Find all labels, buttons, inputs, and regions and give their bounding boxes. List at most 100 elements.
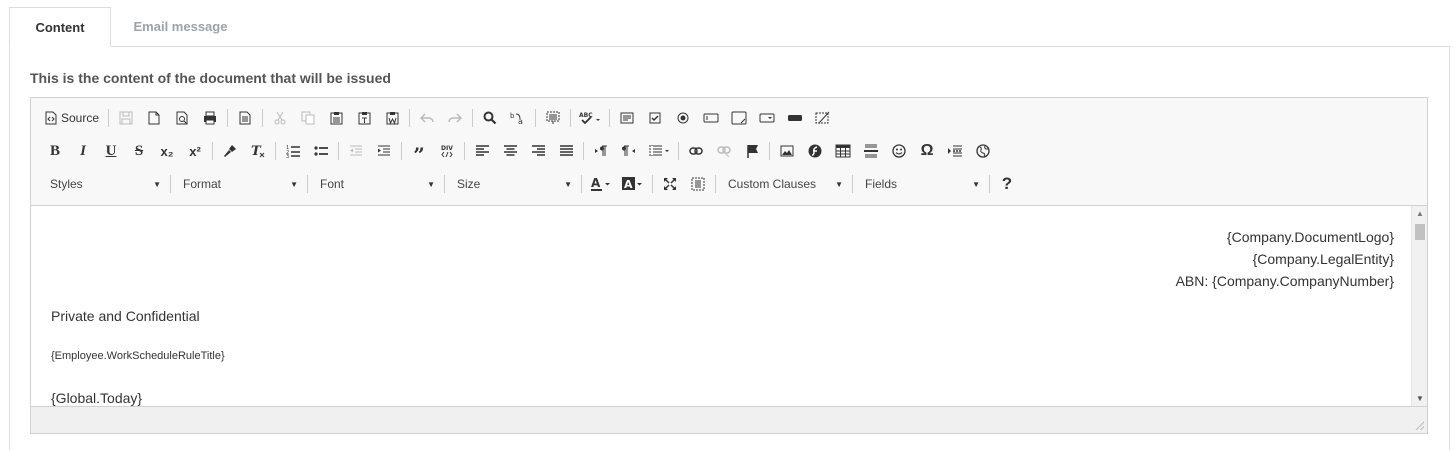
editor-content-area[interactable]: {Company.DocumentLogo} {Company.LegalEnt… — [31, 206, 1411, 406]
undo-icon — [420, 112, 434, 124]
toolbar-separator — [464, 142, 465, 160]
strikethrough-button[interactable]: S — [125, 138, 153, 164]
link-icon — [689, 146, 703, 156]
blockquote-button[interactable]: ” — [405, 138, 433, 165]
toolbar-row-1: Source ba ABC — [41, 104, 837, 132]
templates-button[interactable] — [231, 105, 259, 131]
new-page-button[interactable] — [140, 105, 168, 131]
checkbox-button[interactable] — [641, 105, 669, 131]
templates-icon — [239, 111, 251, 125]
company-logo-field: {Company.DocumentLogo} — [1226, 229, 1394, 245]
align-center-button[interactable] — [496, 138, 524, 164]
scrollbar-thumb[interactable] — [1415, 224, 1425, 240]
image-button[interactable] — [773, 138, 801, 164]
align-left-button[interactable] — [468, 138, 496, 164]
toolbar-separator — [609, 109, 611, 127]
toolbar-separator — [769, 142, 770, 160]
scroll-down-icon[interactable]: ▼ — [1416, 394, 1424, 403]
show-blocks-button[interactable] — [684, 171, 712, 197]
paste-text-button[interactable] — [350, 105, 378, 131]
iframe-button[interactable] — [969, 138, 997, 164]
select-field-button[interactable] — [753, 105, 781, 131]
svg-text:A: A — [591, 177, 601, 190]
hidden-field-button[interactable] — [809, 105, 837, 131]
find-button[interactable] — [476, 105, 504, 131]
format-dropdown[interactable]: Format ▼ — [174, 172, 304, 196]
resize-handle-icon[interactable] — [1415, 421, 1424, 430]
textarea-button[interactable] — [725, 105, 753, 131]
print-button[interactable] — [196, 105, 224, 131]
preview-button[interactable] — [168, 105, 196, 131]
unlink-button[interactable] — [710, 138, 738, 164]
rich-text-editor: Source ba ABC B I U S x₂ x² T 1 2 3 ” DI… — [30, 97, 1428, 434]
svg-text:b: b — [510, 112, 515, 120]
text-color-button[interactable]: A — [585, 171, 617, 197]
save-button[interactable] — [112, 105, 140, 131]
cut-button[interactable] — [266, 105, 294, 131]
smiley-button[interactable] — [885, 138, 913, 164]
undo-button[interactable] — [413, 105, 441, 131]
subscript-button[interactable]: x₂ — [153, 138, 181, 164]
redo-button[interactable] — [441, 105, 469, 131]
background-color-button[interactable]: A — [617, 171, 649, 197]
remove-format-button[interactable]: T — [244, 138, 272, 164]
italic-button[interactable]: I — [69, 138, 97, 164]
copy-formatting-button[interactable] — [216, 138, 244, 164]
spellcheck-button[interactable]: ABC — [574, 105, 606, 131]
source-button[interactable]: Source — [41, 105, 105, 131]
align-right-button[interactable] — [524, 138, 552, 164]
special-char-button[interactable]: Ω — [913, 138, 941, 164]
select-all-button[interactable] — [539, 105, 567, 131]
superscript-label: x² — [189, 143, 201, 159]
superscript-button[interactable]: x² — [181, 138, 209, 164]
anchor-button[interactable] — [738, 138, 766, 164]
bulleted-list-button[interactable] — [307, 138, 335, 164]
remove-format-icon: T — [250, 144, 266, 158]
text-direction-ltr-button[interactable] — [587, 138, 615, 164]
text-direction-rtl-button[interactable] — [615, 138, 643, 164]
page-break-button[interactable] — [941, 138, 969, 164]
increase-indent-button[interactable] — [370, 138, 398, 164]
underline-button[interactable]: U — [97, 138, 125, 164]
svg-text:DIV: DIV — [441, 145, 453, 152]
div-container-button[interactable]: DIV — [433, 138, 461, 164]
link-button[interactable] — [682, 138, 710, 164]
radio-button[interactable] — [669, 105, 697, 131]
justify-button[interactable] — [552, 138, 580, 164]
font-dropdown[interactable]: Font ▼ — [311, 172, 441, 196]
scroll-up-icon[interactable]: ▲ — [1416, 209, 1424, 218]
paste-icon — [330, 111, 343, 125]
indent-icon — [377, 145, 391, 157]
global-today-field: {Global.Today} — [51, 390, 143, 406]
horizontal-rule-icon — [864, 144, 878, 158]
paste-word-button[interactable] — [378, 105, 406, 131]
horizontal-rule-button[interactable] — [857, 138, 885, 164]
flash-button[interactable] — [801, 138, 829, 164]
decrease-indent-button[interactable] — [342, 138, 370, 164]
replace-button[interactable]: ba — [504, 105, 532, 131]
tab-content[interactable]: Content — [9, 7, 111, 47]
styles-label: Styles — [50, 177, 83, 191]
hidden-field-icon — [815, 111, 831, 125]
editor-scrollbar[interactable]: ▲ ▼ — [1411, 206, 1427, 406]
custom-clauses-dropdown[interactable]: Custom Clauses ▼ — [719, 172, 849, 196]
toolbar-separator — [852, 175, 853, 193]
paste-button[interactable] — [322, 105, 350, 131]
size-dropdown[interactable]: Size ▼ — [448, 172, 578, 196]
fields-dropdown[interactable]: Fields ▼ — [856, 172, 986, 196]
form-button[interactable] — [613, 105, 641, 131]
styles-dropdown[interactable]: Styles ▼ — [41, 172, 167, 196]
globe-icon — [976, 144, 990, 158]
help-button[interactable]: ? — [993, 171, 1021, 197]
table-button[interactable] — [829, 138, 857, 164]
numbered-list-button[interactable]: 123 — [279, 138, 307, 164]
language-button[interactable] — [643, 138, 675, 164]
bold-button[interactable]: B — [41, 138, 69, 164]
bulleted-list-icon — [314, 145, 328, 157]
textfield-button[interactable] — [697, 105, 725, 131]
button-field-button[interactable] — [781, 105, 809, 131]
svg-text:T: T — [251, 144, 262, 158]
copy-button[interactable] — [294, 105, 322, 131]
maximize-button[interactable] — [656, 171, 684, 197]
tab-email-message[interactable]: Email message — [112, 7, 249, 47]
